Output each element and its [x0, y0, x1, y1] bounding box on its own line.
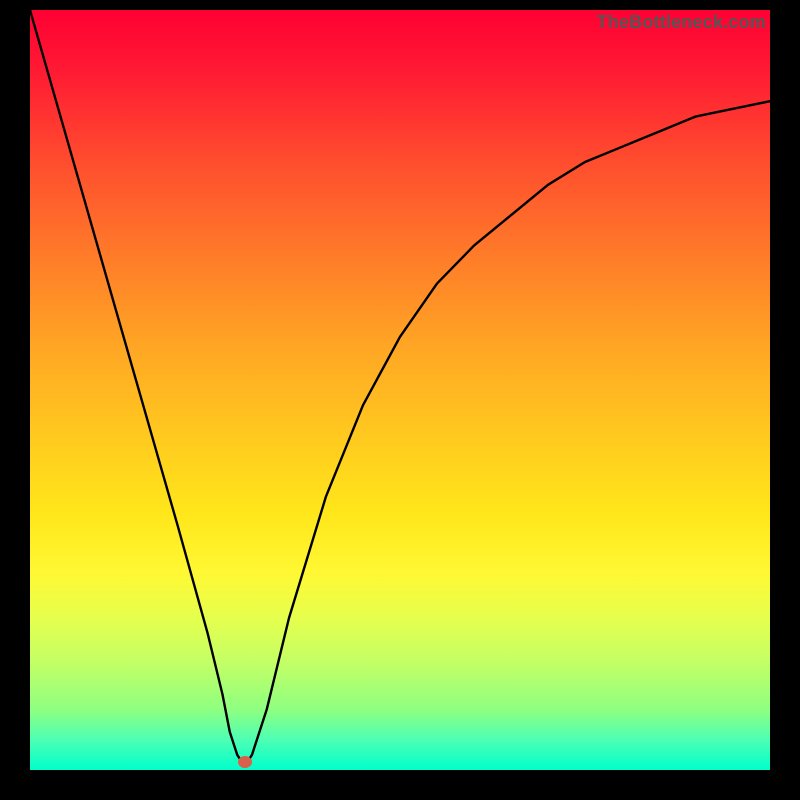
bottleneck-curve-path — [30, 10, 770, 766]
watermark-text: TheBottleneck.com — [597, 12, 766, 33]
chart-container: TheBottleneck.com — [0, 0, 800, 800]
optimal-point-marker — [238, 756, 252, 768]
bottleneck-curve-svg — [30, 10, 770, 770]
